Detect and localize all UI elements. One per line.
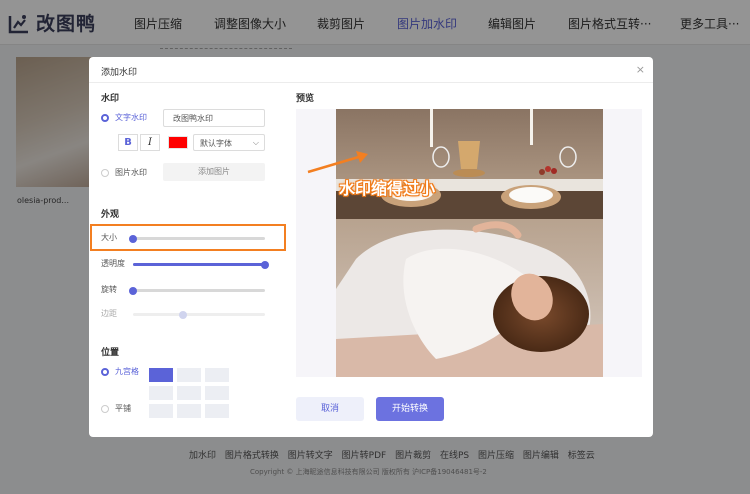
position-grid-cell[interactable] — [205, 386, 229, 400]
slider-handle[interactable] — [129, 234, 137, 243]
text-watermark-radio[interactable] — [101, 114, 109, 122]
font-select-value: 默认字体 — [200, 139, 232, 148]
preview-image — [336, 109, 603, 377]
cancel-button[interactable]: 取消 — [296, 397, 364, 421]
tile-position-label[interactable]: 平铺 — [115, 403, 131, 414]
grid-position-label[interactable]: 九宫格 — [115, 366, 139, 377]
opacity-slider[interactable] — [133, 260, 269, 269]
position-grid-cell[interactable] — [177, 368, 201, 382]
appearance-section-title: 外观 — [101, 210, 120, 220]
chevron-down-icon: ⌵ — [252, 138, 259, 147]
slider-handle[interactable] — [129, 286, 137, 295]
bold-button[interactable]: B — [118, 134, 138, 151]
slider-handle[interactable] — [261, 260, 269, 269]
tile-position-radio[interactable] — [101, 405, 109, 413]
slider-handle[interactable] — [179, 310, 188, 319]
position-grid-cell[interactable] — [149, 386, 173, 400]
position-grid-cell[interactable] — [149, 368, 173, 382]
slider-fill — [133, 263, 265, 266]
image-watermark-radio[interactable] — [101, 169, 109, 177]
image-watermark-label[interactable]: 图片水印 — [115, 167, 147, 178]
watermark-text-input[interactable] — [163, 109, 265, 127]
watermark-dialog: 添加水印 × 水印 文字水印 B I 默认字体 ⌵ 图片水印 添加图片 外观 大… — [89, 57, 653, 437]
size-slider[interactable] — [129, 234, 265, 243]
color-picker[interactable] — [168, 136, 188, 149]
rotate-label: 旋转 — [101, 285, 117, 294]
italic-button[interactable]: I — [140, 134, 160, 151]
rotate-slider[interactable] — [129, 286, 265, 295]
close-icon[interactable]: × — [636, 63, 645, 76]
position-section-title: 位置 — [101, 348, 120, 358]
size-label: 大小 — [101, 233, 117, 242]
dialog-header: 添加水印 × — [89, 57, 653, 83]
font-select[interactable]: 默认字体 ⌵ — [193, 134, 265, 151]
dialog-title: 添加水印 — [101, 68, 138, 78]
add-image-button[interactable]: 添加图片 — [163, 163, 265, 181]
position-grid-cell[interactable] — [177, 386, 201, 400]
opacity-label: 透明度 — [101, 259, 125, 268]
annotation-arrow-icon — [307, 151, 368, 174]
start-convert-button[interactable]: 开始转换 — [376, 397, 444, 421]
margin-label: 边距 — [101, 309, 117, 318]
position-grid-cell[interactable] — [205, 368, 229, 382]
preview-title: 预览 — [296, 94, 315, 104]
grid-position-radio[interactable] — [101, 368, 109, 376]
position-grid-cell[interactable] — [149, 404, 173, 418]
photo-illustration — [336, 109, 603, 377]
watermark-section-title: 水印 — [101, 94, 120, 104]
position-grid-cell[interactable] — [205, 404, 229, 418]
margin-slider[interactable] — [133, 310, 265, 319]
annotation-text: 水印缩得过小 — [339, 179, 436, 198]
text-watermark-label[interactable]: 文字水印 — [115, 112, 147, 123]
position-grid-cell[interactable] — [177, 404, 201, 418]
